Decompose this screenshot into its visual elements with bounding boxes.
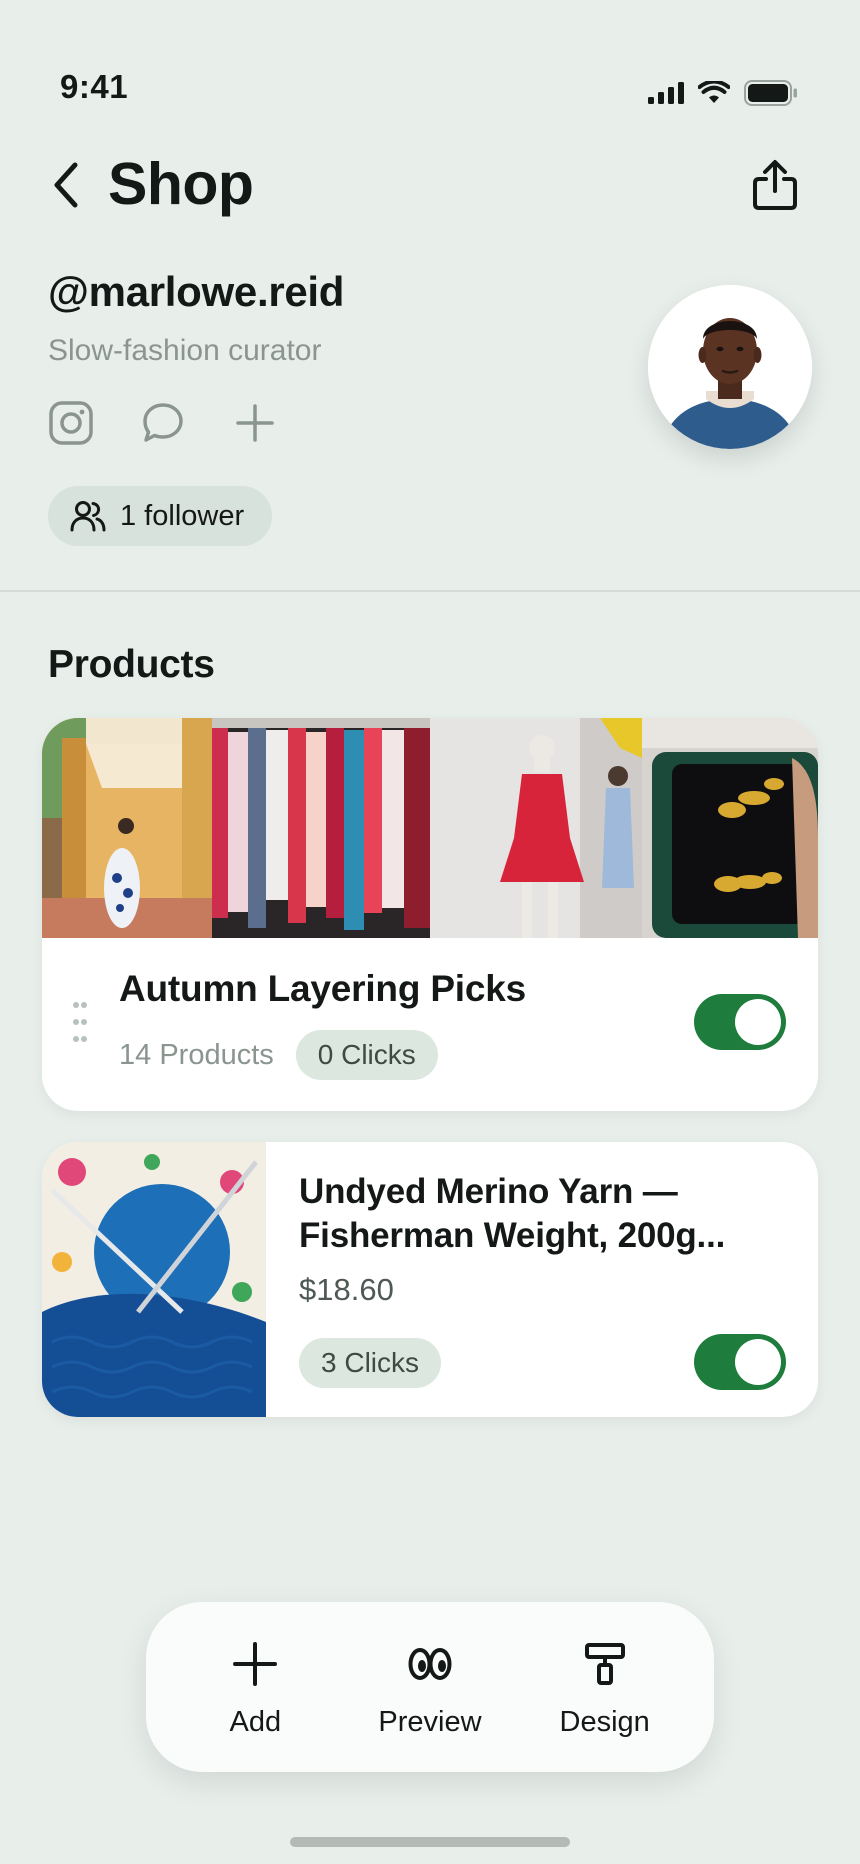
collection-photo-mannequin (430, 718, 642, 938)
avatar[interactable] (648, 285, 812, 449)
instagram-link[interactable] (48, 400, 94, 446)
product-price: $18.60 (299, 1272, 394, 1307)
section-divider (0, 590, 860, 592)
collection-photo-earrings (642, 718, 818, 938)
message-link[interactable] (140, 400, 186, 446)
preview-label: Preview (378, 1705, 482, 1738)
instagram-icon (49, 401, 93, 445)
product-clicks-badge: 3 Clicks (299, 1338, 442, 1388)
profile-handle: @marlowe.reid (48, 268, 345, 315)
profile-bio: Slow-fashion curator (48, 334, 322, 367)
status-time: 9:41 (60, 68, 129, 105)
product-title: Undyed Merino Yarn — Fisherman Weight, 2… (299, 1172, 726, 1255)
collection-title: Autumn Layering Picks (119, 968, 527, 1009)
add-link-button[interactable] (232, 400, 278, 446)
eyes-icon (408, 1647, 452, 1680)
people-icon (70, 501, 106, 532)
chat-bubble-icon (143, 403, 183, 442)
add-button[interactable]: Add (180, 1636, 330, 1739)
collection-meta: 14 Products 0 Clicks (119, 1030, 438, 1080)
preview-button[interactable]: Preview (355, 1636, 505, 1739)
bottom-action-bar: Add Preview Design (146, 1602, 714, 1772)
battery-icon (744, 80, 797, 106)
share-button[interactable] (746, 154, 804, 216)
drag-handle-icon[interactable] (72, 1000, 88, 1044)
chevron-left-icon (54, 162, 78, 208)
share-icon (753, 160, 797, 210)
collection-photo-corridor (42, 718, 212, 938)
collection-clicks-badge: 0 Clicks (295, 1030, 438, 1080)
followers-badge[interactable]: 1 follower (48, 486, 273, 546)
status-icons (648, 80, 798, 106)
product-visibility-toggle[interactable] (694, 1334, 786, 1390)
collection-visibility-toggle[interactable] (694, 994, 786, 1050)
product-card[interactable]: Undyed Merino Yarn — Fisherman Weight, 2… (42, 1142, 818, 1417)
collection-product-count: 14 Products (119, 1038, 274, 1071)
wifi-icon (698, 81, 730, 103)
toggle-knob (735, 999, 781, 1045)
home-indicator (290, 1837, 570, 1847)
collection-card[interactable]: Autumn Layering Picks 14 Products 0 Clic… (42, 718, 818, 1111)
followers-count: 1 follower (120, 499, 245, 532)
page-title: Shop (108, 151, 254, 217)
back-button[interactable] (44, 158, 88, 212)
avatar-portrait (648, 285, 812, 449)
product-image (42, 1142, 266, 1417)
design-button[interactable]: Design (530, 1636, 680, 1739)
social-links (48, 400, 278, 446)
collection-photo-clothing-rack (212, 718, 430, 938)
paint-roller-icon (584, 1642, 625, 1685)
plus-icon (236, 404, 274, 442)
design-label: Design (559, 1705, 650, 1738)
toggle-knob (735, 1339, 781, 1385)
signal-icon (648, 82, 684, 104)
collection-image-strip (42, 718, 818, 938)
plus-icon (233, 1641, 278, 1686)
add-label: Add (229, 1705, 282, 1738)
products-heading: Products (48, 643, 215, 686)
